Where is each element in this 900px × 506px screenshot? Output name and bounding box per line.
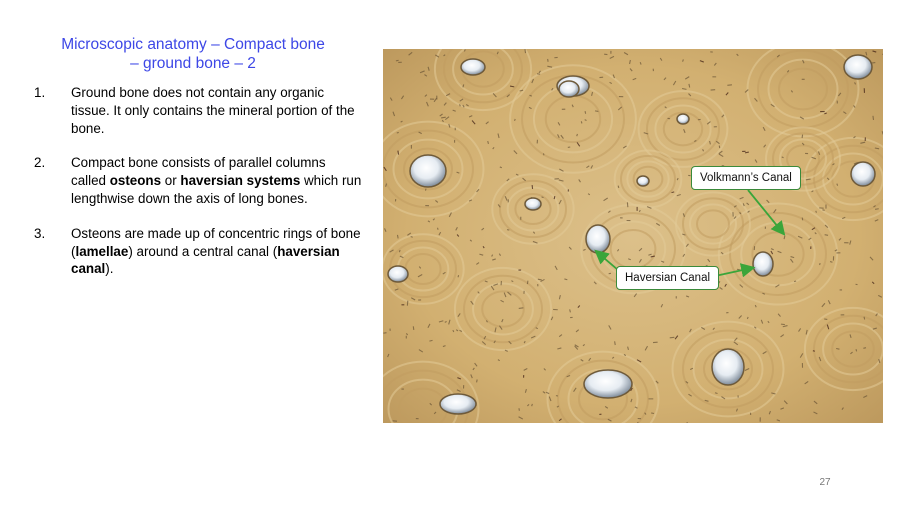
lacuna: [580, 121, 583, 124]
lacuna: [396, 131, 399, 134]
haversian-canal-opening: [676, 113, 690, 125]
lacuna: [541, 196, 544, 199]
list-item: 2. Compact bone consists of parallel colu…: [34, 154, 364, 207]
list-item: 3. Osteons are made up of concentric ring…: [34, 225, 364, 278]
list-item-text: or: [161, 173, 181, 189]
haversian-canal-opening: [636, 175, 650, 187]
lacuna: [793, 280, 797, 283]
lacuna: [836, 347, 840, 350]
lacuna: [424, 188, 427, 191]
haversian-canal-opening: [850, 161, 876, 187]
lacuna: [727, 84, 732, 86]
lacuna: [412, 326, 415, 331]
lacuna: [564, 278, 568, 281]
lacuna: [476, 379, 478, 383]
numbered-list: 1. Ground bone does not contain any organ…: [34, 84, 364, 295]
lacuna: [651, 412, 655, 415]
haversian-canal-label: Haversian Canal: [616, 266, 720, 290]
haversian-canal-opening: [711, 348, 745, 386]
lacuna: [812, 350, 816, 352]
lacuna: [487, 140, 489, 144]
lacuna: [514, 118, 516, 122]
lacuna: [671, 191, 675, 194]
lacuna: [863, 316, 866, 320]
lacuna: [524, 49, 527, 54]
lacuna: [836, 183, 839, 186]
list-item-text: Ground bone does not contain any organic…: [71, 85, 355, 136]
lacuna: [874, 147, 880, 150]
lacuna: [874, 208, 879, 210]
lacuna: [801, 217, 804, 221]
lacuna: [824, 318, 828, 321]
lacuna: [429, 339, 433, 342]
micrograph-image: [383, 49, 883, 423]
haversian-canal-opening: [583, 369, 633, 399]
list-item-number: 1.: [34, 85, 46, 100]
haversian-canal-opening: [752, 251, 774, 277]
lacuna: [499, 166, 503, 169]
haversian-canal-opening: [409, 154, 447, 188]
list-item-number: 2.: [34, 155, 46, 171]
lacuna: [436, 227, 439, 230]
lacuna: [459, 104, 461, 107]
ground-bone-micrograph: [383, 49, 883, 423]
bold-term: osteons: [109, 173, 162, 189]
lacuna: [688, 83, 691, 88]
lacuna: [584, 111, 587, 114]
page-number: 27: [819, 477, 831, 488]
lacuna: [398, 249, 401, 253]
lacuna: [441, 116, 446, 119]
haversian-canal-opening: [558, 80, 580, 98]
haversian-canal-opening: [387, 265, 409, 283]
lacuna: [518, 307, 524, 309]
bold-term: lamellae: [75, 243, 129, 259]
volkmann-canal-label: Volkmann’s Canal: [691, 166, 801, 190]
lacuna: [746, 316, 749, 320]
lacuna: [614, 341, 616, 346]
lacuna: [863, 347, 867, 349]
lacuna: [395, 59, 399, 62]
lacuna: [383, 332, 387, 334]
lacuna: [805, 178, 811, 181]
lacuna: [537, 278, 542, 281]
lacuna: [617, 185, 620, 189]
lacuna: [815, 210, 817, 213]
lacuna: [736, 268, 740, 271]
slide-title: Microscopic anatomy – Compact bone – gro…: [40, 35, 346, 73]
lacuna: [594, 110, 599, 113]
lacuna: [553, 196, 556, 200]
slide-title-line-1: Microscopic anatomy – Compact bone: [61, 36, 325, 53]
lacuna: [783, 235, 786, 240]
lacuna: [457, 275, 460, 278]
lacuna: [396, 234, 399, 239]
slide-title-line-2: – ground bone – 2: [130, 55, 256, 72]
lacuna: [576, 133, 578, 137]
haversian-canal-opening: [843, 54, 873, 80]
haversian-canal-opening: [585, 224, 611, 254]
lacuna: [410, 236, 413, 238]
bold-term: haversian systems: [180, 173, 301, 189]
haversian-canal-opening: [524, 197, 542, 211]
lacuna: [855, 349, 858, 352]
lacuna: [682, 59, 684, 62]
lacuna: [397, 150, 400, 155]
lacuna: [714, 392, 718, 395]
haversian-canal-opening: [439, 393, 477, 415]
lacuna: [872, 115, 875, 120]
lacuna: [536, 73, 541, 75]
list-item-text: ) around a central canal (: [128, 243, 278, 259]
slide: Microscopic anatomy – Compact bone – gro…: [0, 0, 900, 506]
list-item: 1. Ground bone does not contain any organ…: [34, 84, 364, 137]
haversian-canal-opening: [460, 58, 486, 76]
list-item-number: 3.: [34, 225, 46, 241]
lacuna: [824, 234, 829, 236]
list-item-text: ).: [105, 261, 114, 277]
lacuna: [829, 261, 833, 263]
lacuna: [569, 309, 571, 313]
lacuna: [531, 403, 533, 407]
lacuna: [509, 85, 515, 88]
